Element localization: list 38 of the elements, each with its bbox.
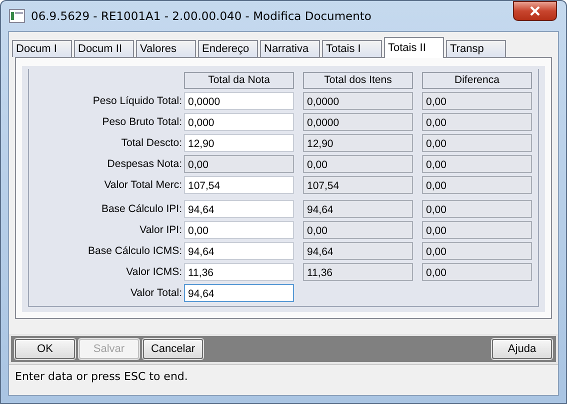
input-field[interactable]: 12,90 [184, 134, 294, 152]
input-field[interactable]: 0,0000 [184, 92, 294, 110]
close-button[interactable] [513, 1, 557, 21]
field-label: Valor IPI: [138, 223, 182, 238]
input-field[interactable]: 94,64 [184, 200, 294, 218]
field-label: Valor Total: [129, 286, 182, 301]
input-field[interactable]: 11,36 [184, 263, 294, 281]
column-header: Total da Nota [184, 72, 294, 89]
field-label: Valor ICMS: [125, 265, 182, 280]
tab[interactable]: Totais I [322, 40, 382, 57]
tab[interactable]: Docum II [74, 40, 134, 57]
input-field[interactable]: 94,64 [184, 284, 294, 302]
close-icon [529, 6, 541, 16]
input-field[interactable]: 94,64 [184, 242, 294, 260]
window-title: 06.9.5629 - RE1001A1 - 2.00.00.040 - Modifica Documento [31, 9, 372, 23]
tab[interactable]: Transp [446, 40, 506, 57]
dialog-button[interactable]: OK [15, 339, 75, 359]
tab[interactable]: Docum I [12, 40, 72, 57]
field-label: Peso Líquido Total: [92, 94, 182, 109]
input-field[interactable]: 0,00 [184, 221, 294, 239]
field-label: Base Cálculo IPI: [100, 202, 182, 217]
input-field[interactable]: 0,000 [184, 113, 294, 131]
column-header: Total dos Itens [303, 72, 413, 89]
tab[interactable]: Valores [136, 40, 196, 57]
field-label: Valor Total Merc: [103, 178, 182, 193]
field-label: Peso Bruto Total: [101, 115, 182, 130]
field-label: Base Cálculo ICMS: [87, 244, 182, 259]
input-field[interactable]: 107,54 [184, 176, 294, 194]
tab[interactable]: Totais II [384, 37, 444, 58]
column-header: Diferenca [422, 72, 532, 89]
dialog-button[interactable]: Cancelar [143, 339, 203, 359]
app-icon [9, 9, 25, 23]
tab[interactable]: Endereço [198, 40, 258, 57]
tab[interactable]: Narrativa [260, 40, 320, 57]
field-label: Total Descto: [120, 136, 182, 151]
help-button[interactable]: Ajuda [492, 339, 552, 359]
status-text: Enter data or press ESC to end. [15, 370, 188, 383]
field-label: Despesas Nota: [106, 157, 182, 172]
